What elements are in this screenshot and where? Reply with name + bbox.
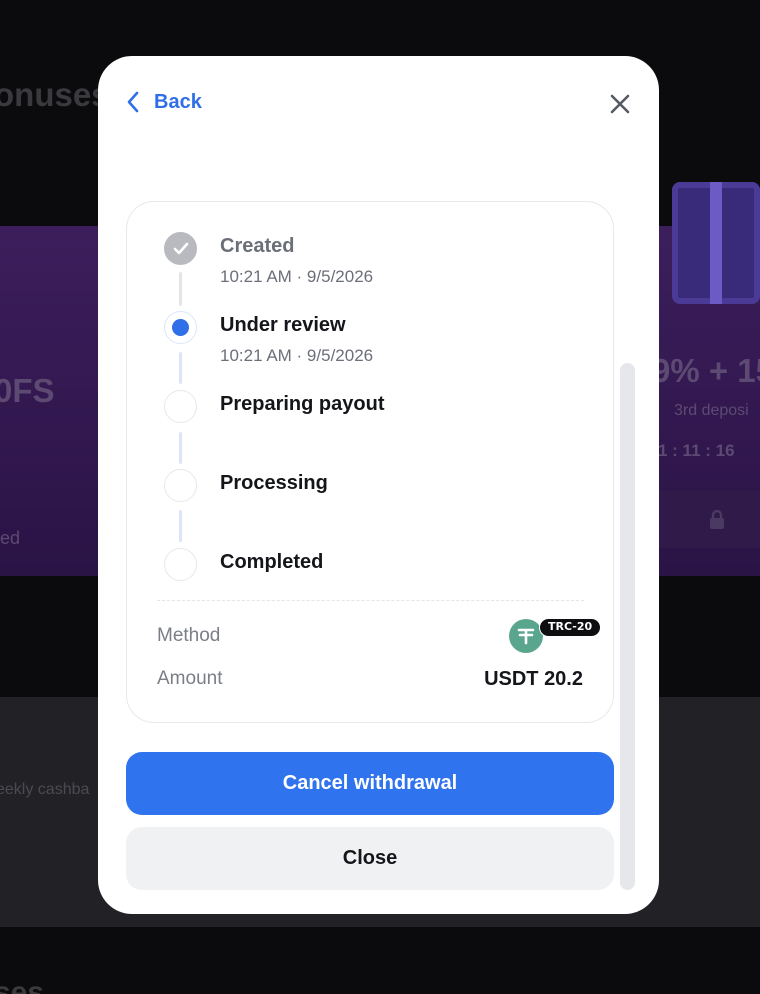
back-button[interactable]: Back <box>126 90 202 114</box>
step-preparing-payout-indicator <box>164 390 197 423</box>
background-gift-box-illustration <box>672 182 760 304</box>
tether-icon <box>509 619 543 653</box>
check-icon <box>173 242 188 254</box>
background-bonus-status: ed <box>0 528 21 548</box>
timeline-connector <box>179 432 182 464</box>
background-bonus-offer: 9% + 15 <box>652 352 760 389</box>
background-bonus-timer: 1 : 11 : 16 <box>658 441 735 460</box>
step-created-title: Created <box>220 235 295 257</box>
step-created-time: 10:21 AM · 9/5/2026 <box>220 267 374 286</box>
active-step-dot <box>172 319 189 336</box>
step-processing-indicator <box>164 469 197 502</box>
close-button[interactable]: Close <box>126 827 614 890</box>
step-under-review-time: 10:21 AM · 9/5/2026 <box>220 346 374 365</box>
background-cashback-text: eekly cashba <box>0 781 90 798</box>
close-icon[interactable] <box>608 92 632 116</box>
step-completed-indicator <box>164 548 197 581</box>
step-preparing-payout-title: Preparing payout <box>220 393 385 415</box>
background-page-title: onuses <box>0 76 110 113</box>
modal-scrollbar[interactable] <box>620 363 635 890</box>
background-bonus-caption: 3rd deposi <box>674 402 749 419</box>
amount-value: USDT 20.2 <box>484 668 583 690</box>
method-label: Method <box>157 625 221 646</box>
withdrawal-status-modal: Back Created 10:21 AM · 9/5/2026 Under r… <box>98 56 659 914</box>
lock-icon <box>710 510 724 529</box>
withdrawal-status-card: Created 10:21 AM · 9/5/2026 Under review… <box>126 201 614 723</box>
step-completed-title: Completed <box>220 551 324 573</box>
timeline-connector <box>179 352 182 384</box>
step-under-review-indicator <box>164 311 197 344</box>
back-button-label: Back <box>154 90 202 113</box>
timeline-connector <box>179 272 182 306</box>
step-under-review-title: Under review <box>220 314 346 336</box>
details-divider <box>157 600 584 601</box>
cancel-withdrawal-button[interactable]: Cancel withdrawal <box>126 752 614 815</box>
step-created-indicator <box>164 232 197 265</box>
timeline-connector <box>179 510 182 542</box>
chevron-left-icon <box>127 91 139 113</box>
background-section-title: ses <box>0 976 45 994</box>
step-processing-title: Processing <box>220 472 328 494</box>
background-bonus-value: 0FS <box>0 372 55 409</box>
network-badge: TRC-20 <box>539 618 602 637</box>
amount-label: Amount <box>157 668 223 689</box>
